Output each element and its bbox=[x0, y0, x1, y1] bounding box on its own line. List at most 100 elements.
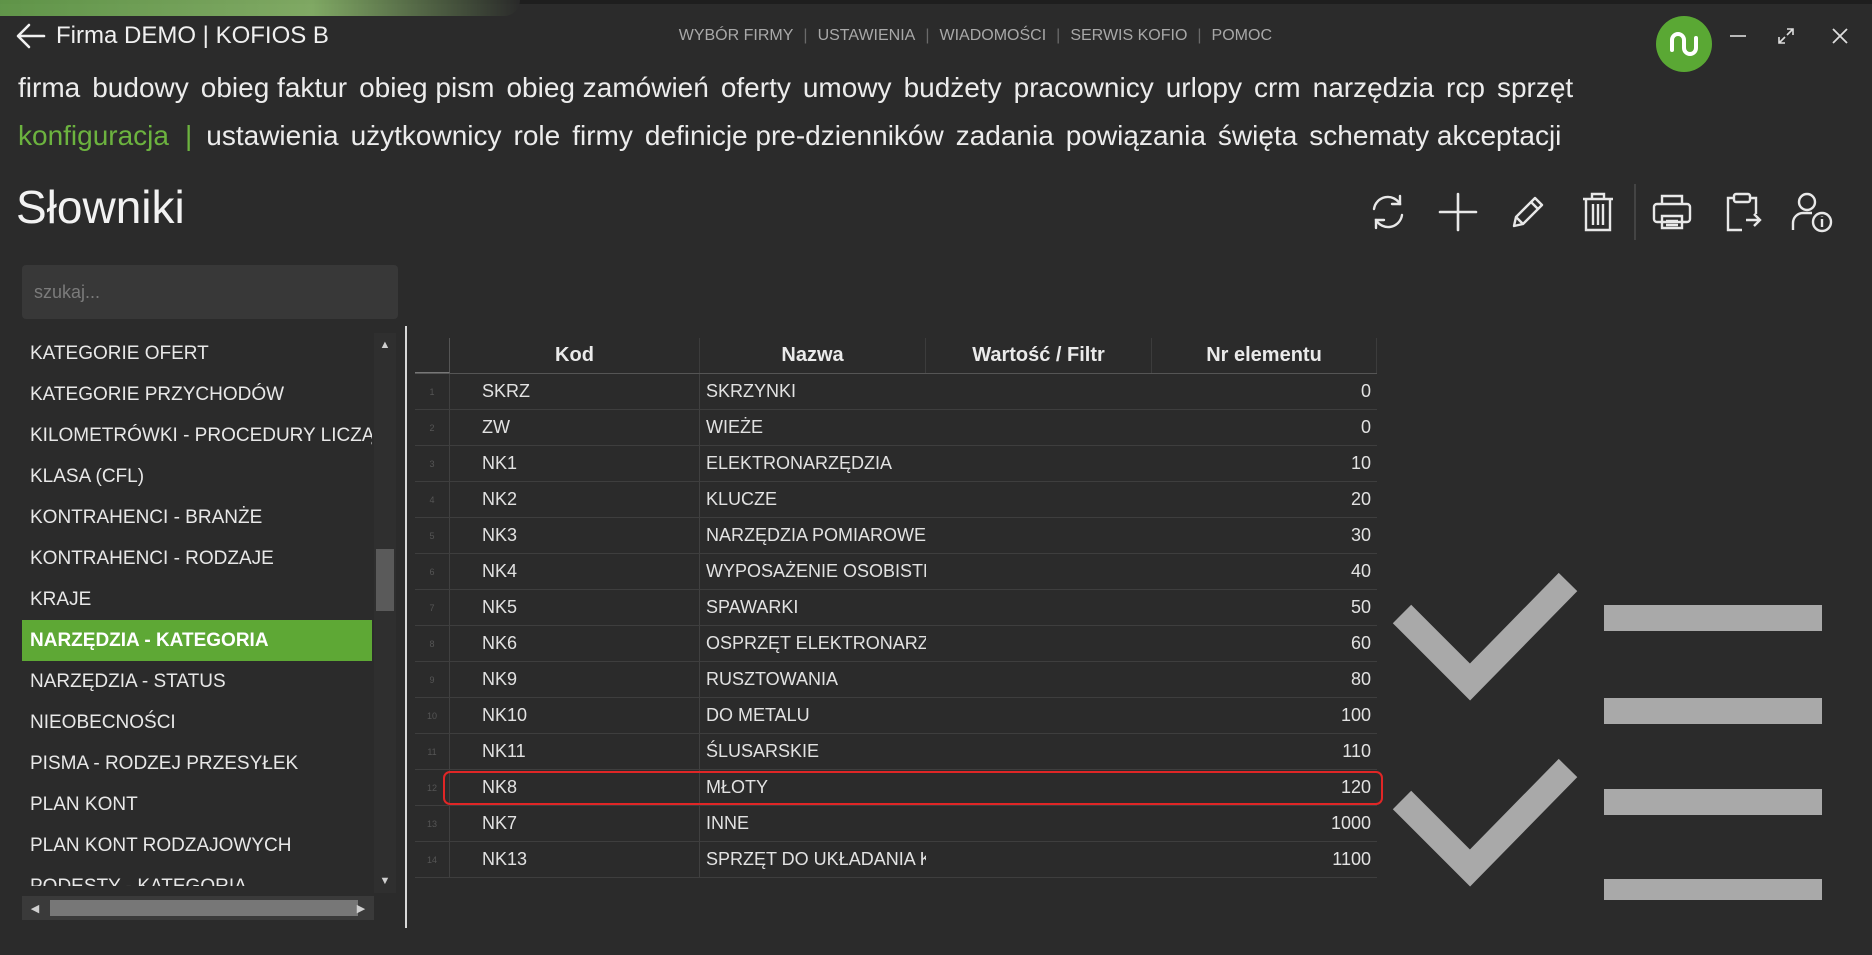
table-row[interactable]: 13 NK7 INNE 1000 bbox=[415, 806, 1377, 842]
submenu-item-schematy-akceptacji[interactable]: schematy akceptacji bbox=[1309, 120, 1561, 152]
cell-wartosc bbox=[926, 842, 1152, 877]
user-info-button[interactable] bbox=[1784, 184, 1840, 240]
scroll-up-arrow-icon[interactable]: ▲ bbox=[374, 335, 396, 355]
list-item[interactable]: KRAJE bbox=[22, 579, 372, 620]
minimize-icon bbox=[1730, 35, 1746, 37]
scroll-thumb[interactable] bbox=[376, 549, 394, 611]
menu-item-obieg-faktur[interactable]: obieg faktur bbox=[201, 72, 347, 104]
table-row[interactable]: 3 NK1 ELEKTRONARZĘDZIA 10 bbox=[415, 446, 1377, 482]
menu-item-budzety[interactable]: budżety bbox=[904, 72, 1002, 104]
menu-item-urlopy[interactable]: urlopy bbox=[1166, 72, 1242, 104]
list-item[interactable]: NIEOBECNOŚCI bbox=[22, 702, 372, 743]
scroll-left-arrow-icon[interactable]: ◀ bbox=[24, 896, 46, 920]
submenu-item-zadania[interactable]: zadania bbox=[956, 120, 1054, 152]
menu-item-obieg-zamowien[interactable]: obieg zamówień bbox=[506, 72, 708, 104]
table-row[interactable]: 1 SKRZ SKRZYNKI 0 bbox=[415, 374, 1377, 410]
list-item[interactable]: KILOMETRÓWKI - PROCEDURY LICZĄCE bbox=[22, 415, 372, 456]
cell-wartosc bbox=[926, 446, 1152, 481]
close-button[interactable] bbox=[1818, 16, 1862, 56]
table-row[interactable]: 4 NK2 KLUCZE 20 bbox=[415, 482, 1377, 518]
list-item[interactable]: PLAN KONT bbox=[22, 784, 372, 825]
submenu-item-ustawienia[interactable]: ustawienia bbox=[206, 120, 338, 152]
refresh-button[interactable] bbox=[1360, 184, 1416, 240]
add-button[interactable] bbox=[1430, 184, 1486, 240]
cell-nr-elementu: 20 bbox=[1350, 489, 1371, 509]
print-button[interactable] bbox=[1644, 184, 1700, 240]
top-link-ustawienia[interactable]: USTAWIENIA bbox=[818, 27, 916, 45]
row-number: 4 bbox=[415, 482, 450, 517]
submenu-item-firmy[interactable]: firmy bbox=[572, 120, 633, 152]
list-item[interactable]: KONTRAHENCI - RODZAJE bbox=[22, 538, 372, 579]
column-header-kod[interactable]: Kod bbox=[450, 338, 700, 373]
cell-kod: SKRZ bbox=[450, 374, 700, 409]
top-links: WYBÓR FIRMY | USTAWIENIA | WIADOMOŚCI | SERWIS… bbox=[679, 27, 1272, 45]
menu-item-obieg-pism[interactable]: obieg pism bbox=[359, 72, 494, 104]
menu-item-pracownicy[interactable]: pracownicy bbox=[1014, 72, 1154, 104]
cell-wartosc bbox=[926, 410, 1152, 445]
export-button[interactable] bbox=[1714, 184, 1770, 240]
list-item[interactable]: KONTRAHENCI - BRANŻE bbox=[22, 497, 372, 538]
table-row[interactable]: 2 ZW WIEŻE 0 bbox=[415, 410, 1377, 446]
minimize-button[interactable] bbox=[1716, 16, 1760, 56]
top-link-wybor-firmy[interactable]: WYBÓR FIRMY bbox=[679, 27, 794, 45]
menu-section-konfiguracja[interactable]: konfiguracja bbox=[18, 120, 169, 152]
row-number: 9 bbox=[415, 662, 450, 697]
back-button[interactable] bbox=[14, 22, 48, 50]
submenu-item-role[interactable]: role bbox=[514, 120, 561, 152]
table-row[interactable]: 11 NK11 ŚLUSARSKIE 110 bbox=[415, 734, 1377, 770]
menu-item-narzedzia[interactable]: narzędzia bbox=[1313, 72, 1434, 104]
column-header-wartosc[interactable]: Wartość / Filtr bbox=[926, 338, 1152, 373]
submenu-item-powiazania[interactable]: powiązania bbox=[1066, 120, 1206, 152]
sub-menu: konfiguracja | ustawienia użytkownicy role… bbox=[18, 120, 1573, 152]
table-row[interactable]: 8NK6 OSPRZĘT ELEKTRONARZĘDZ 60 bbox=[415, 626, 1377, 662]
kofio-logo[interactable] bbox=[1656, 16, 1712, 72]
top-link-wiadomosci[interactable]: WIADOMOŚCI bbox=[940, 27, 1047, 45]
menu-item-budowy[interactable]: budowy bbox=[92, 72, 189, 104]
list-horizontal-scrollbar[interactable]: ◀ ▶ bbox=[22, 896, 374, 920]
scroll-right-arrow-icon[interactable]: ▶ bbox=[350, 896, 372, 920]
menu-item-firma[interactable]: firma bbox=[18, 72, 80, 104]
table-row[interactable]: 9 NK9 RUSZTOWANIA 80 bbox=[415, 662, 1377, 698]
menu-item-crm[interactable]: crm bbox=[1254, 72, 1301, 104]
column-header-nr-elementu[interactable]: Nr elementu bbox=[1152, 338, 1377, 373]
list-item[interactable]: KATEGORIE OFERT bbox=[22, 333, 372, 374]
table-row[interactable]: 6 NK4 WYPOSAŻENIE OSOBISTE 40 bbox=[415, 554, 1377, 590]
list-item[interactable]: KLASA (CFL) bbox=[22, 456, 372, 497]
table-row[interactable]: 12 NK8 MŁOTY 120 bbox=[415, 770, 1383, 806]
list-item[interactable]: PISMA - RODZEJ PRZESYŁEK bbox=[22, 743, 372, 784]
top-link-pomoc[interactable]: POMOC bbox=[1212, 27, 1272, 45]
table-row[interactable]: 5 NK3 NARZĘDZIA POMIAROWE 30 bbox=[415, 518, 1377, 554]
trash-icon bbox=[1583, 192, 1613, 232]
list-item[interactable]: NARZĘDZIA - STATUS bbox=[22, 661, 372, 702]
menu-item-rcp[interactable]: rcp bbox=[1446, 72, 1485, 104]
submenu-item-uzytkownicy[interactable]: użytkownicy bbox=[351, 120, 502, 152]
top-link-serwis-kofio[interactable]: SERWIS KOFIO bbox=[1070, 27, 1187, 45]
grid-corner[interactable] bbox=[415, 338, 450, 373]
menu-item-sprzet[interactable]: sprzęt bbox=[1497, 72, 1573, 104]
table-row[interactable]: 10 NK10 DO METALU 100 bbox=[415, 698, 1377, 734]
list-item[interactable]: KATEGORIE PRZYCHODÓW bbox=[22, 374, 372, 415]
column-header-nazwa[interactable]: Nazwa bbox=[700, 338, 926, 373]
table-row[interactable]: 14 NK13 SPRZĘT DO UKŁADANIA KA 1100 bbox=[415, 842, 1377, 878]
table-row[interactable]: 7 NK5 SPAWARKI 50 bbox=[415, 590, 1377, 626]
menu-item-oferty[interactable]: oferty bbox=[721, 72, 791, 104]
maximize-button[interactable] bbox=[1764, 16, 1808, 56]
list-item[interactable]: PODESTY - KATEGORIA bbox=[22, 866, 372, 886]
edit-icon bbox=[1512, 196, 1544, 228]
submenu-item-definicje-pre-dziennikow[interactable]: definicje pre-dzienników bbox=[645, 120, 944, 152]
cell-wartosc bbox=[926, 590, 1152, 625]
list-item[interactable]: NARZĘDZIA - KATEGORIA bbox=[22, 620, 372, 661]
submenu-item-swieta[interactable]: święta bbox=[1218, 120, 1297, 152]
cell-nr-elementu: 50 bbox=[1350, 597, 1371, 617]
cell-nazwa: SPAWARKI bbox=[706, 597, 799, 617]
panel-splitter[interactable] bbox=[405, 326, 407, 928]
cell-kod: NK4 bbox=[450, 554, 700, 589]
search-input[interactable] bbox=[22, 265, 398, 319]
menu-item-umowy[interactable]: umowy bbox=[803, 72, 892, 104]
hscroll-thumb[interactable] bbox=[50, 900, 358, 916]
edit-button[interactable] bbox=[1500, 184, 1556, 240]
scroll-down-arrow-icon[interactable]: ▼ bbox=[374, 871, 396, 891]
list-vertical-scrollbar[interactable]: ▲ ▼ bbox=[374, 333, 396, 893]
list-item[interactable]: PLAN KONT RODZAJOWYCH bbox=[22, 825, 372, 866]
delete-button[interactable] bbox=[1570, 184, 1626, 240]
